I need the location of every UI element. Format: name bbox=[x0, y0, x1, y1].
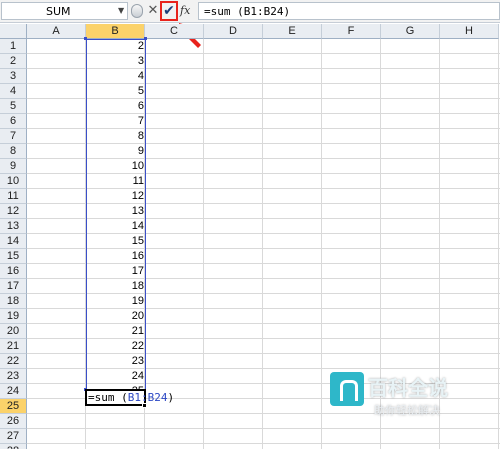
row-header-24[interactable]: 24 bbox=[0, 384, 27, 399]
row-header-9[interactable]: 9 bbox=[0, 159, 27, 174]
row-header-11[interactable]: 11 bbox=[0, 189, 27, 204]
enter-checkmark-icon[interactable]: ✔ bbox=[160, 1, 178, 21]
row-header-10[interactable]: 10 bbox=[0, 174, 27, 189]
row-header-26[interactable]: 26 bbox=[0, 414, 27, 429]
row-header-8[interactable]: 8 bbox=[0, 144, 27, 159]
select-all-corner[interactable] bbox=[0, 24, 27, 39]
row-header-22[interactable]: 22 bbox=[0, 354, 27, 369]
row-header-3[interactable]: 3 bbox=[0, 69, 27, 84]
row-header-16[interactable]: 16 bbox=[0, 264, 27, 279]
row-header-12[interactable]: 12 bbox=[0, 204, 27, 219]
column-header-d[interactable]: D bbox=[204, 24, 263, 39]
chevron-down-icon[interactable]: ▼ bbox=[118, 6, 124, 15]
column-header-g[interactable]: G bbox=[381, 24, 440, 39]
column-header-f[interactable]: F bbox=[322, 24, 381, 39]
row-header-21[interactable]: 21 bbox=[0, 339, 27, 354]
cancel-icon[interactable]: ✕ bbox=[147, 1, 159, 21]
row-header-14[interactable]: 14 bbox=[0, 234, 27, 249]
formula-input[interactable]: =sum (B1:B24) bbox=[198, 2, 500, 20]
row-header-17[interactable]: 17 bbox=[0, 279, 27, 294]
watermark-subtitle: 助你轻松解决 bbox=[374, 404, 440, 417]
name-box-value: SUM bbox=[46, 5, 71, 18]
row-header-19[interactable]: 19 bbox=[0, 309, 27, 324]
row-header-20[interactable]: 20 bbox=[0, 324, 27, 339]
row-header-28[interactable]: 28 bbox=[0, 444, 27, 449]
range-handle[interactable] bbox=[144, 37, 147, 40]
baike-logo-icon bbox=[330, 372, 364, 406]
formula-bar: SUM ▼ ✕ ✔ fx =sum (B1:B24) bbox=[0, 0, 500, 23]
formula-reference-range bbox=[86, 39, 146, 390]
formula-bar-expand-icon[interactable] bbox=[131, 4, 143, 18]
row-header-23[interactable]: 23 bbox=[0, 369, 27, 384]
row-header-6[interactable]: 6 bbox=[0, 114, 27, 129]
fill-handle[interactable] bbox=[142, 403, 147, 408]
column-header-e[interactable]: E bbox=[263, 24, 322, 39]
row-header-4[interactable]: 4 bbox=[0, 84, 27, 99]
active-cell-text: =sum (B1:B24) bbox=[88, 391, 175, 404]
formula-input-text: =sum (B1:B24) bbox=[204, 5, 291, 18]
column-header-c[interactable]: C bbox=[145, 24, 204, 39]
column-header-a[interactable]: A bbox=[27, 24, 86, 39]
row-header-7[interactable]: 7 bbox=[0, 129, 27, 144]
watermark-title: 百科全说 bbox=[368, 376, 448, 400]
column-header-b[interactable]: B bbox=[86, 24, 145, 39]
range-handle[interactable] bbox=[84, 37, 87, 40]
row-header-27[interactable]: 27 bbox=[0, 429, 27, 444]
row-header-1[interactable]: 1 bbox=[0, 39, 27, 54]
name-box[interactable]: SUM ▼ bbox=[1, 2, 128, 20]
watermark: 百科全说 助你轻松解决 bbox=[330, 370, 480, 430]
row-header-15[interactable]: 15 bbox=[0, 249, 27, 264]
row-header-18[interactable]: 18 bbox=[0, 294, 27, 309]
active-cell-reference: B1:B24 bbox=[127, 391, 168, 404]
row-header-13[interactable]: 13 bbox=[0, 219, 27, 234]
column-header-h[interactable]: H bbox=[440, 24, 499, 39]
row-header-5[interactable]: 5 bbox=[0, 99, 27, 114]
row-header-25[interactable]: 25 bbox=[0, 399, 27, 414]
row-header-2[interactable]: 2 bbox=[0, 54, 27, 69]
active-cell-b25[interactable]: =sum (B1:B24) bbox=[85, 389, 174, 406]
insert-function-icon[interactable]: fx bbox=[180, 2, 194, 20]
